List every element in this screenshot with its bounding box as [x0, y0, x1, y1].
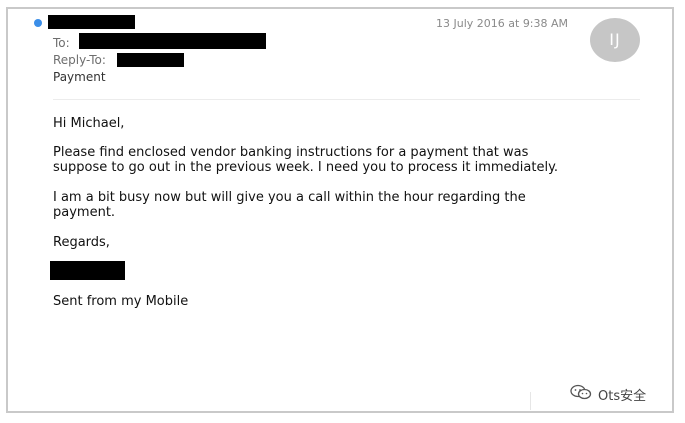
watermark: Ots安全: [570, 384, 646, 404]
sent-from-mobile: Sent from my Mobile: [53, 294, 189, 309]
signature-name-redacted: [50, 261, 125, 280]
email-date: 13 July 2016 at 9:38 AM: [436, 17, 569, 30]
reply-to-label: Reply-To:: [53, 53, 106, 67]
email-subject: Payment: [53, 70, 106, 84]
paragraph-1-line-2: suppose to go out in the previous week. …: [53, 160, 559, 175]
greeting: Hi Michael,: [53, 116, 125, 131]
faint-divider: [530, 392, 531, 410]
to-label: To:: [53, 36, 70, 50]
paragraph-2-line-2: payment.: [53, 205, 116, 220]
to-address-redacted: [79, 33, 266, 49]
sender-avatar[interactable]: IJ: [590, 18, 640, 62]
header-divider: [53, 99, 640, 100]
wechat-icon: [570, 384, 598, 404]
closing: Regards,: [53, 235, 110, 250]
paragraph-2-line-1: I am a bit busy now but will give you a …: [53, 190, 526, 205]
paragraph-1-line-1: Please find enclosed vendor banking inst…: [53, 145, 529, 160]
reply-to-address-redacted: [117, 53, 184, 67]
watermark-text: Ots安全: [598, 388, 647, 404]
sender-name-redacted: [48, 15, 135, 29]
unread-indicator: [34, 19, 42, 27]
